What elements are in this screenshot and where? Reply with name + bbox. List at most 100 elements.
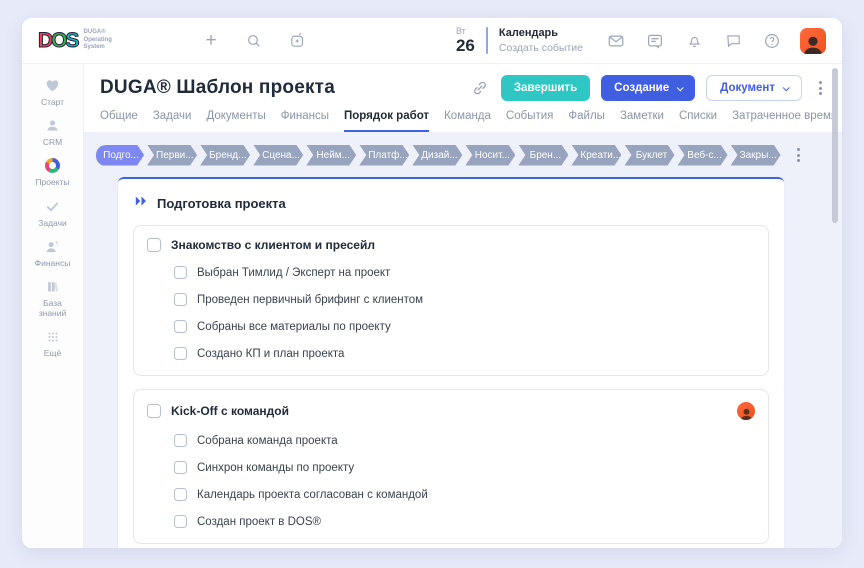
- tab-team[interactable]: Команда: [444, 110, 491, 132]
- checklist-item: Собрана команда проекта: [174, 434, 755, 447]
- sidebar-item-tasks[interactable]: Задачи: [22, 198, 83, 228]
- sidebar-item-start[interactable]: Старт: [22, 77, 83, 107]
- calendar-widget[interactable]: Календарь Создать событие: [498, 26, 583, 54]
- stage-chip[interactable]: Перви...: [147, 145, 197, 166]
- search-icon[interactable]: [245, 32, 263, 50]
- stage-chip[interactable]: Бренд...: [200, 145, 250, 166]
- calendar-create-event: Создать событие: [498, 41, 583, 54]
- calendar-title: Календарь: [498, 26, 559, 39]
- tab-tasks[interactable]: Задачи: [153, 110, 192, 132]
- stage-chip[interactable]: Креати...: [571, 145, 621, 166]
- page-title: DUGA® Шаблон проекта: [100, 77, 335, 98]
- checklist-item: Календарь проекта согласован с командой: [174, 488, 755, 501]
- topbar-right-icons: [607, 32, 781, 50]
- app-body: Старт CRM Проекты Задачи Финансы База зн…: [22, 64, 842, 548]
- document-button[interactable]: Документ: [706, 75, 802, 101]
- sidebar-item-projects[interactable]: Проекты: [22, 157, 83, 187]
- checklist-card: Kick-Off с командой Собрана команда прое…: [133, 389, 769, 544]
- checklist-item: Выбран Тимлид / Эксперт на проект: [174, 266, 755, 279]
- person-chart-icon: [45, 238, 60, 255]
- checklist-item: Проведен первичный брифинг с клиентом: [174, 293, 755, 306]
- user-avatar[interactable]: [800, 27, 826, 54]
- stage-chip[interactable]: Носит...: [465, 145, 515, 166]
- bell-icon[interactable]: [685, 32, 703, 50]
- item-checkbox[interactable]: [174, 320, 187, 333]
- ai-assistant-icon[interactable]: [288, 32, 306, 50]
- tab-workflow[interactable]: Порядок работ: [344, 110, 430, 132]
- create-button[interactable]: Создание: [601, 75, 696, 101]
- checklist-item: Создан проект в DOS®: [174, 515, 755, 528]
- chevron-down-icon: [782, 83, 790, 91]
- stage-chip[interactable]: Веб-с...: [678, 145, 728, 166]
- tab-time-spent[interactable]: Затраченное время: [732, 110, 837, 132]
- link-icon[interactable]: [470, 78, 490, 98]
- stage-chip[interactable]: Буклет: [624, 145, 674, 166]
- assignee-avatar[interactable]: [737, 402, 755, 420]
- tab-notes[interactable]: Заметки: [620, 110, 664, 132]
- help-icon[interactable]: [763, 32, 781, 50]
- logo-letters: DOS: [37, 28, 80, 52]
- app-logo[interactable]: DOS DUGA® Operating System: [37, 28, 154, 52]
- item-checkbox[interactable]: [174, 515, 187, 528]
- item-checkbox[interactable]: [174, 488, 187, 501]
- person-icon: [45, 117, 60, 134]
- stage-kebab-menu[interactable]: [791, 144, 806, 166]
- checklist-card: Знакомство с клиентом и пресейл Выбран Т…: [133, 225, 769, 376]
- item-checkbox[interactable]: [174, 266, 187, 279]
- double-chevron-icon: [135, 194, 148, 212]
- checklist-item: Создано КП и план проекта: [174, 347, 755, 360]
- notes-icon[interactable]: [646, 32, 664, 50]
- app-window: DOS DUGA® Operating System + Вт 26 Кален…: [22, 18, 842, 548]
- stage-chip[interactable]: Платф...: [359, 145, 409, 166]
- stage-chip[interactable]: Сцена...: [253, 145, 303, 166]
- stage-title: Подготовка проекта: [157, 195, 286, 211]
- date-weekday: Вт: [455, 26, 466, 36]
- calendar-divider: [485, 27, 488, 54]
- brand-text: DUGA® Operating System: [83, 28, 112, 51]
- stage-chip[interactable]: Брен...: [518, 145, 568, 166]
- section-checkbox[interactable]: [147, 404, 161, 418]
- item-checkbox[interactable]: [174, 293, 187, 306]
- plus-icon[interactable]: +: [202, 31, 220, 50]
- stage-chip[interactable]: Дизай...: [412, 145, 462, 166]
- sidebar-item-crm[interactable]: CRM: [22, 117, 83, 147]
- sidebar-item-more[interactable]: Ещё: [22, 328, 83, 358]
- finish-button[interactable]: Завершить: [500, 75, 591, 101]
- section-checkbox[interactable]: [147, 238, 161, 252]
- chat-icon[interactable]: [724, 32, 742, 50]
- page-header: DUGA® Шаблон проекта Завершить Создание …: [84, 64, 842, 132]
- colorful-donut-icon: [45, 157, 60, 174]
- tab-events[interactable]: События: [506, 110, 553, 132]
- date-day: 26: [455, 36, 475, 55]
- date-widget[interactable]: Вт 26: [455, 26, 475, 55]
- workflow-content: Подго... Перви... Бренд... Сцена... Нейм…: [84, 132, 842, 548]
- tab-general[interactable]: Общие: [100, 110, 138, 132]
- tab-lists[interactable]: Списки: [679, 110, 717, 132]
- item-checkbox[interactable]: [174, 434, 187, 447]
- chevron-down-icon: [676, 83, 684, 91]
- window-scrollbar[interactable]: [832, 68, 838, 223]
- tab-files[interactable]: Файлы: [568, 110, 605, 132]
- topbar-quick-actions: +: [202, 31, 306, 50]
- checklist-item: Синхрон команды по проекту: [174, 461, 755, 474]
- sidebar-item-knowledge-base[interactable]: База знаний: [22, 278, 83, 318]
- header-actions: Завершить Создание Документ: [470, 75, 828, 101]
- tab-finance[interactable]: Финансы: [281, 110, 329, 132]
- stage-chip[interactable]: Подго...: [96, 145, 144, 166]
- header-kebab-menu[interactable]: [813, 77, 828, 99]
- check-icon: [45, 198, 60, 215]
- books-icon: [45, 278, 60, 295]
- stage-chip[interactable]: Закры...: [731, 145, 781, 166]
- stage-bar: Подго... Перви... Бренд... Сцена... Нейм…: [96, 144, 842, 166]
- stage-panel: Подготовка проекта Знакомство с клиентом…: [118, 177, 784, 548]
- sidebar-item-finance[interactable]: Финансы: [22, 238, 83, 268]
- tab-documents[interactable]: Документы: [206, 110, 265, 132]
- dots-grid-icon: [46, 328, 60, 345]
- item-checkbox[interactable]: [174, 461, 187, 474]
- topbar: DOS DUGA® Operating System + Вт 26 Кален…: [22, 18, 842, 64]
- tab-bar: Общие Задачи Документы Финансы Порядок р…: [100, 110, 837, 132]
- main-area: DUGA® Шаблон проекта Завершить Создание …: [84, 64, 842, 548]
- item-checkbox[interactable]: [174, 347, 187, 360]
- mail-icon[interactable]: [607, 32, 625, 50]
- stage-chip[interactable]: Нейм...: [306, 145, 356, 166]
